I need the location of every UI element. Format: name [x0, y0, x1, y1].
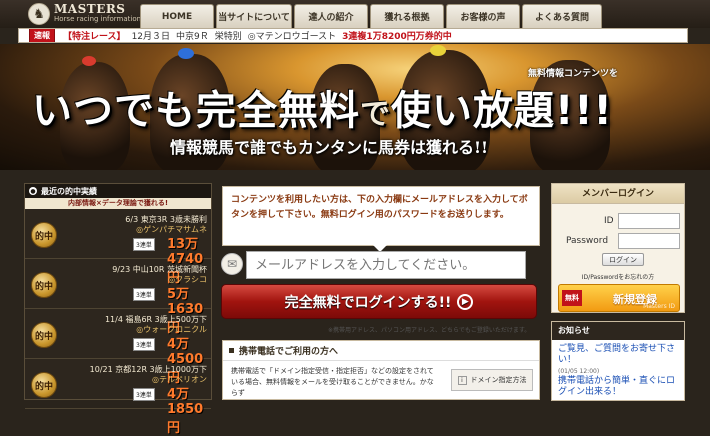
medal-icon: 的中 [31, 222, 57, 248]
medal-icon: 的中 [31, 372, 57, 398]
hit-bet-type: 3連単 [133, 238, 155, 251]
password-label: Password [566, 236, 609, 246]
domain-spec-button[interactable]: i ドメイン指定方法 [451, 369, 533, 391]
hero-headline: いつでも完全無料で使い放題!!! [32, 78, 613, 136]
ticker-condition: 栄特別 [214, 32, 242, 42]
medal-icon: 的中 [31, 272, 57, 298]
ticker-race: 中京9Ｒ [176, 32, 209, 42]
forgot-credentials-link[interactable]: ID/Passwordをお忘れの方 [552, 272, 684, 281]
hit-amount: 4万1850円 [167, 387, 204, 436]
mobile-users-header: 携帯電話でご利用の方へ [223, 341, 539, 361]
top-bar: ♞ MASTERS Horse racing information HOME … [0, 0, 710, 28]
hit-item[interactable]: 的中 6/3 東京3R 3歳未勝利 ◎ゲンパチマサムネ 3連単 13万4740円 [25, 209, 211, 286]
id-label: ID [604, 216, 614, 226]
ticker-date: 12月３日 [131, 32, 171, 42]
news-title: お知らせ [552, 322, 684, 340]
main-nav: HOME 当サイトについて 達人の紹介 獲れる根拠 お客様の声 よくある質問 [140, 4, 602, 28]
hit-item[interactable]: 的中 11/4 福島6R 3歳上500万下 ◎ウォークロニクル 3連単 4万45… [25, 309, 211, 386]
hero-headline-a: いつでも完全無料 [32, 88, 360, 134]
free-badge: 無料 [562, 290, 582, 306]
square-bullet-icon [229, 348, 234, 353]
register-button[interactable]: 無料 新規登録 Masters ID [558, 284, 680, 312]
member-login-title: メンバーログイン [552, 184, 684, 204]
free-login-button-label: 完全無料でログインする!! [284, 294, 452, 311]
flash-badge: 速報 [29, 29, 55, 42]
news-date: (01/05 12:00) [558, 368, 600, 375]
signup-panel: コンテンツを利用したい方は、下の入力欄にメールアドレスを入力してボタンを押して下… [218, 183, 548, 400]
signup-note: ※携帯用アドレス、パソコン用アドレス、どちらでもご登録いただけます。 [328, 327, 531, 334]
hero-tagline: 情報競馬で誰でもカンタンに馬券は獲れる!! [170, 138, 489, 157]
news-item[interactable]: 携帯電話から簡単・直ぐにログイン出来る！ [558, 376, 682, 398]
id-input[interactable] [618, 213, 680, 229]
mobile-users-title: 携帯電話でご利用の方へ [239, 347, 339, 357]
recent-hits-band: 内部情報×データ理論で獲れる! [25, 198, 211, 209]
signup-instructions: コンテンツを利用したい方は、下の入力欄にメールアドレスを入力してボタンを押して下… [222, 186, 540, 252]
horse-logo-icon: ♞ [28, 3, 50, 25]
ticker-label: 【特注レース】 [63, 32, 126, 42]
hit-bet-type: 3連単 [133, 338, 155, 351]
recent-hits-header: ● 最近の的中実績 [25, 184, 211, 198]
mobile-users-box: 携帯電話でご利用の方へ 携帯電話で「ドメイン指定受信・指定拒否」などの設定をされ… [222, 340, 540, 400]
jockey-cap [178, 48, 194, 59]
domain-spec-label: ドメイン指定方法 [470, 376, 527, 384]
tab-faq[interactable]: よくある質問 [522, 4, 602, 28]
tab-experts[interactable]: 達人の紹介 [294, 4, 368, 28]
ticker-horse: ◎マテンロウゴースト [247, 32, 337, 42]
jockey-cap [82, 56, 96, 66]
logo-subtitle: Horse racing information [54, 15, 142, 23]
email-input[interactable] [246, 251, 526, 279]
free-login-button[interactable]: 完全無料でログインする!! ▶ [221, 284, 537, 319]
member-login-box: メンバーログイン ID Password ログイン ID/Passwordをお忘… [551, 183, 685, 313]
password-input[interactable] [618, 233, 680, 249]
mobile-users-body: 携帯電話で「ドメイン指定受信・指定拒否」などの設定をされている場合、無料情報をメ… [231, 367, 434, 397]
hero-headline-c: 使い放題!!! [391, 88, 613, 134]
hero-headline-b: で [360, 97, 391, 132]
hit-bet-type: 3連単 [133, 288, 155, 301]
jockey-cap [430, 45, 446, 56]
bullet-icon: ● [29, 187, 37, 195]
logo-title: MASTERS [54, 2, 126, 16]
news-item[interactable]: ご覧見、ご質問をお寄せ下さい！ [558, 344, 682, 366]
register-watermark: Masters ID [643, 303, 675, 310]
hit-bet-type: 3連単 [133, 388, 155, 401]
arrow-right-icon: ▶ [457, 293, 474, 310]
hero-banner: 無料情報コンテンツを いつでも完全無料で使い放題!!! 情報競馬で誰でもカンタン… [0, 44, 710, 170]
tab-evidence[interactable]: 獲れる根拠 [370, 4, 444, 28]
login-button[interactable]: ログイン [602, 253, 644, 266]
recent-hits-title: 最近の的中実績 [41, 186, 97, 196]
right-column: メンバーログイン ID Password ログイン ID/Passwordをお忘… [551, 183, 685, 401]
ticker-result: 3連複1万8200円万券的中 [342, 32, 452, 42]
recent-hits-panel: ● 最近の的中実績 内部情報×データ理論で獲れる! 的中 6/3 東京3R 3歳… [24, 183, 212, 436]
tab-about[interactable]: 当サイトについて [216, 4, 292, 28]
mail-icon: ✉ [221, 253, 243, 275]
medal-icon: 的中 [31, 322, 57, 348]
hit-item[interactable]: 的中 10/21 京都12R 3歳上1000万下 ◎テルペリオン 3連単 4万1… [25, 359, 211, 436]
site-logo[interactable]: ♞ MASTERS Horse racing information [28, 3, 141, 25]
news-ticker[interactable]: 速報 【特注レース】 12月３日 中京9Ｒ 栄特別 ◎マテンロウゴースト 3連複… [18, 28, 688, 43]
tab-home[interactable]: HOME [140, 4, 214, 28]
hit-item[interactable]: 的中 9/23 中山10R 茨城新聞杯 ◎クラシコ 3連単 5万1630円 [25, 259, 211, 336]
tab-voices[interactable]: お客様の声 [446, 4, 520, 28]
news-box: お知らせ ご覧見、ご質問をお寄せ下さい！ (01/05 12:00) 携帯電話か… [551, 321, 685, 401]
info-icon: i [457, 375, 467, 385]
